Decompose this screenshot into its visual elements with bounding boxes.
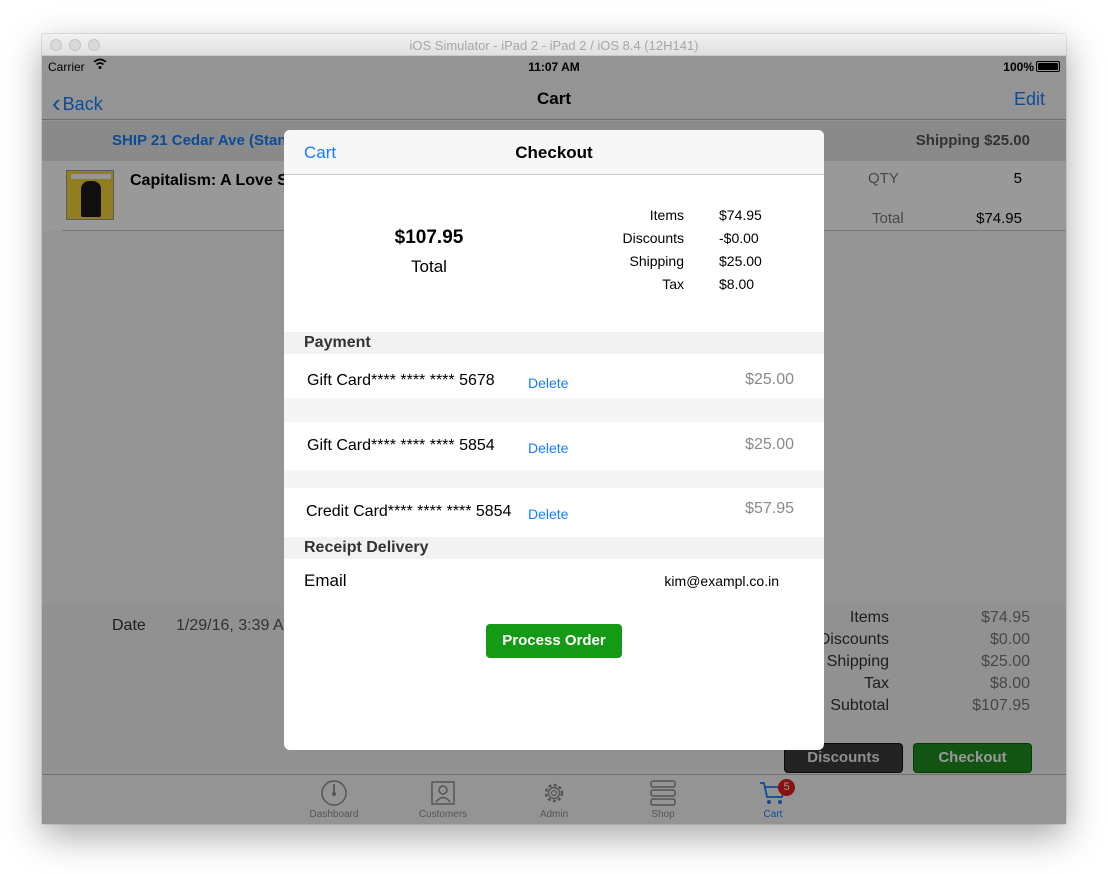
grand-total-value: $107.95 (394, 227, 464, 248)
payment-amount: $25.00 (745, 436, 794, 453)
breakdown-row: Items $74.95 (649, 207, 762, 223)
receipt-section-header: Receipt Delivery (284, 537, 824, 559)
payment-label: Gift Card**** **** **** 5854 (307, 437, 495, 454)
window-title: iOS Simulator - iPad 2 - iPad 2 / iOS 8.… (409, 38, 699, 53)
delete-payment-button[interactable]: Delete (528, 375, 568, 391)
payment-amount: $25.00 (745, 371, 794, 388)
payment-label: Gift Card**** **** **** 5678 (307, 372, 495, 389)
grand-total-label: Total (411, 257, 447, 276)
payment-row: Credit Card**** **** **** 5854 Delete $5… (284, 488, 824, 537)
payment-label: Credit Card**** **** **** 5854 (306, 503, 512, 520)
breakdown-row: Shipping $25.00 (629, 253, 762, 269)
payment-amount: $57.95 (745, 500, 794, 517)
checkout-modal: Cart Checkout $107.95 Total Items $74.95 … (284, 130, 824, 750)
email-label: Email (304, 571, 347, 590)
process-order-button[interactable]: Process Order (486, 624, 622, 658)
payment-row: Gift Card**** **** **** 5678 Delete $25.… (284, 354, 824, 398)
email-value: kim@exampl.co.in (664, 573, 779, 589)
payment-row: Gift Card**** **** **** 5854 Delete $25.… (284, 422, 824, 466)
simulator-window: iOS Simulator - iPad 2 - iPad 2 / iOS 8.… (42, 34, 1066, 824)
email-row[interactable]: Email kim@exampl.co.in (284, 559, 824, 603)
delete-payment-button[interactable]: Delete (528, 506, 568, 522)
breakdown-row: Tax $8.00 (662, 276, 755, 292)
breakdown-row: Discounts -$0.00 (622, 230, 759, 246)
window-titlebar: iOS Simulator - iPad 2 - iPad 2 / iOS 8.… (42, 34, 1066, 56)
modal-header: Cart Checkout (284, 130, 824, 175)
ipad-screen: Carrier 11:07 AM 100% ‹ Back Cart Edit SH… (42, 56, 1066, 824)
payment-section-header: Payment (284, 332, 824, 354)
delete-payment-button[interactable]: Delete (528, 440, 568, 456)
modal-title: Checkout (515, 143, 593, 162)
